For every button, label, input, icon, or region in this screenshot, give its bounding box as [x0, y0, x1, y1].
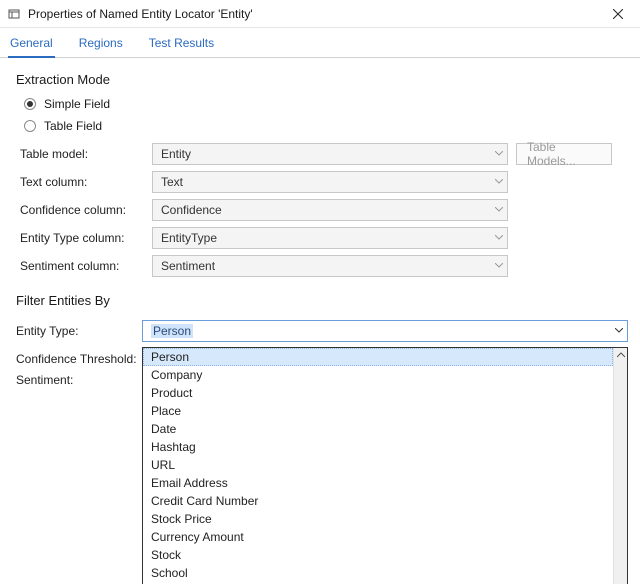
tab-test-results[interactable]: Test Results: [147, 32, 216, 58]
combo-value: Confidence: [161, 203, 222, 217]
combo-value: Entity: [161, 147, 191, 161]
radio-label: Simple Field: [44, 97, 110, 111]
table-model-combo[interactable]: Entity: [152, 143, 508, 165]
combo-value: Sentiment: [161, 259, 215, 273]
chevron-down-icon: [615, 328, 623, 334]
combo-value: Person: [151, 324, 193, 338]
dropdown-option[interactable]: Company: [143, 366, 613, 384]
radio-label: Table Field: [44, 119, 102, 133]
table-models-button[interactable]: Table Models...: [516, 143, 612, 165]
combo-value: Text: [161, 175, 183, 189]
tab-general[interactable]: General: [8, 32, 55, 58]
close-button[interactable]: [596, 0, 640, 28]
text-column-label: Text column:: [20, 175, 152, 189]
scrollbar[interactable]: [613, 348, 627, 584]
combo-value: EntityType: [161, 231, 217, 245]
chevron-down-icon: [495, 207, 503, 213]
dropdown-option[interactable]: Credit Card Number: [143, 492, 613, 510]
dropdown-option[interactable]: URL: [143, 456, 613, 474]
app-icon: [6, 6, 22, 22]
dropdown-option[interactable]: Date: [143, 420, 613, 438]
sentiment-label: Sentiment:: [16, 369, 142, 391]
filter-entities-title: Filter Entities By: [16, 291, 624, 314]
extraction-mode-title: Extraction Mode: [16, 70, 624, 93]
confidence-column-combo[interactable]: Confidence: [152, 199, 508, 221]
radio-simple-field[interactable]: Simple Field: [16, 93, 624, 115]
radio-icon: [24, 98, 36, 110]
radio-table-field[interactable]: Table Field: [16, 115, 624, 137]
dropdown-option[interactable]: Product: [143, 384, 613, 402]
radio-icon: [24, 120, 36, 132]
entity-type-column-label: Entity Type column:: [20, 231, 152, 245]
entity-type-label: Entity Type:: [16, 320, 142, 342]
chevron-down-icon: [495, 151, 503, 157]
sentiment-column-combo[interactable]: Sentiment: [152, 255, 508, 277]
chevron-down-icon: [495, 179, 503, 185]
confidence-threshold-label: Confidence Threshold:: [16, 348, 142, 370]
dropdown-option[interactable]: Email Address: [143, 474, 613, 492]
dropdown-option[interactable]: Stock Price: [143, 510, 613, 528]
entity-type-combo[interactable]: Person: [142, 320, 628, 342]
entity-type-column-combo[interactable]: EntityType: [152, 227, 508, 249]
scroll-up-icon[interactable]: [614, 348, 627, 362]
entity-type-dropdown: PersonCompanyProductPlaceDateHashtagURLE…: [142, 347, 628, 584]
dropdown-option[interactable]: Currency Amount: [143, 528, 613, 546]
tab-regions[interactable]: Regions: [77, 32, 125, 58]
chevron-down-icon: [495, 263, 503, 269]
scroll-track[interactable]: [614, 362, 627, 584]
dropdown-list: PersonCompanyProductPlaceDateHashtagURLE…: [143, 348, 613, 584]
text-column-combo[interactable]: Text: [152, 171, 508, 193]
dropdown-option[interactable]: Stock: [143, 546, 613, 564]
chevron-down-icon: [495, 235, 503, 241]
dropdown-option[interactable]: Person: [143, 348, 613, 366]
dropdown-option[interactable]: Hashtag: [143, 438, 613, 456]
dropdown-option[interactable]: School: [143, 564, 613, 582]
tabstrip: General Regions Test Results: [0, 28, 640, 58]
window-title: Properties of Named Entity Locator 'Enti…: [28, 7, 596, 21]
confidence-column-label: Confidence column:: [20, 203, 152, 217]
titlebar: Properties of Named Entity Locator 'Enti…: [0, 0, 640, 28]
sentiment-column-label: Sentiment column:: [20, 259, 152, 273]
table-model-label: Table model:: [20, 147, 152, 161]
dropdown-option[interactable]: Place: [143, 402, 613, 420]
